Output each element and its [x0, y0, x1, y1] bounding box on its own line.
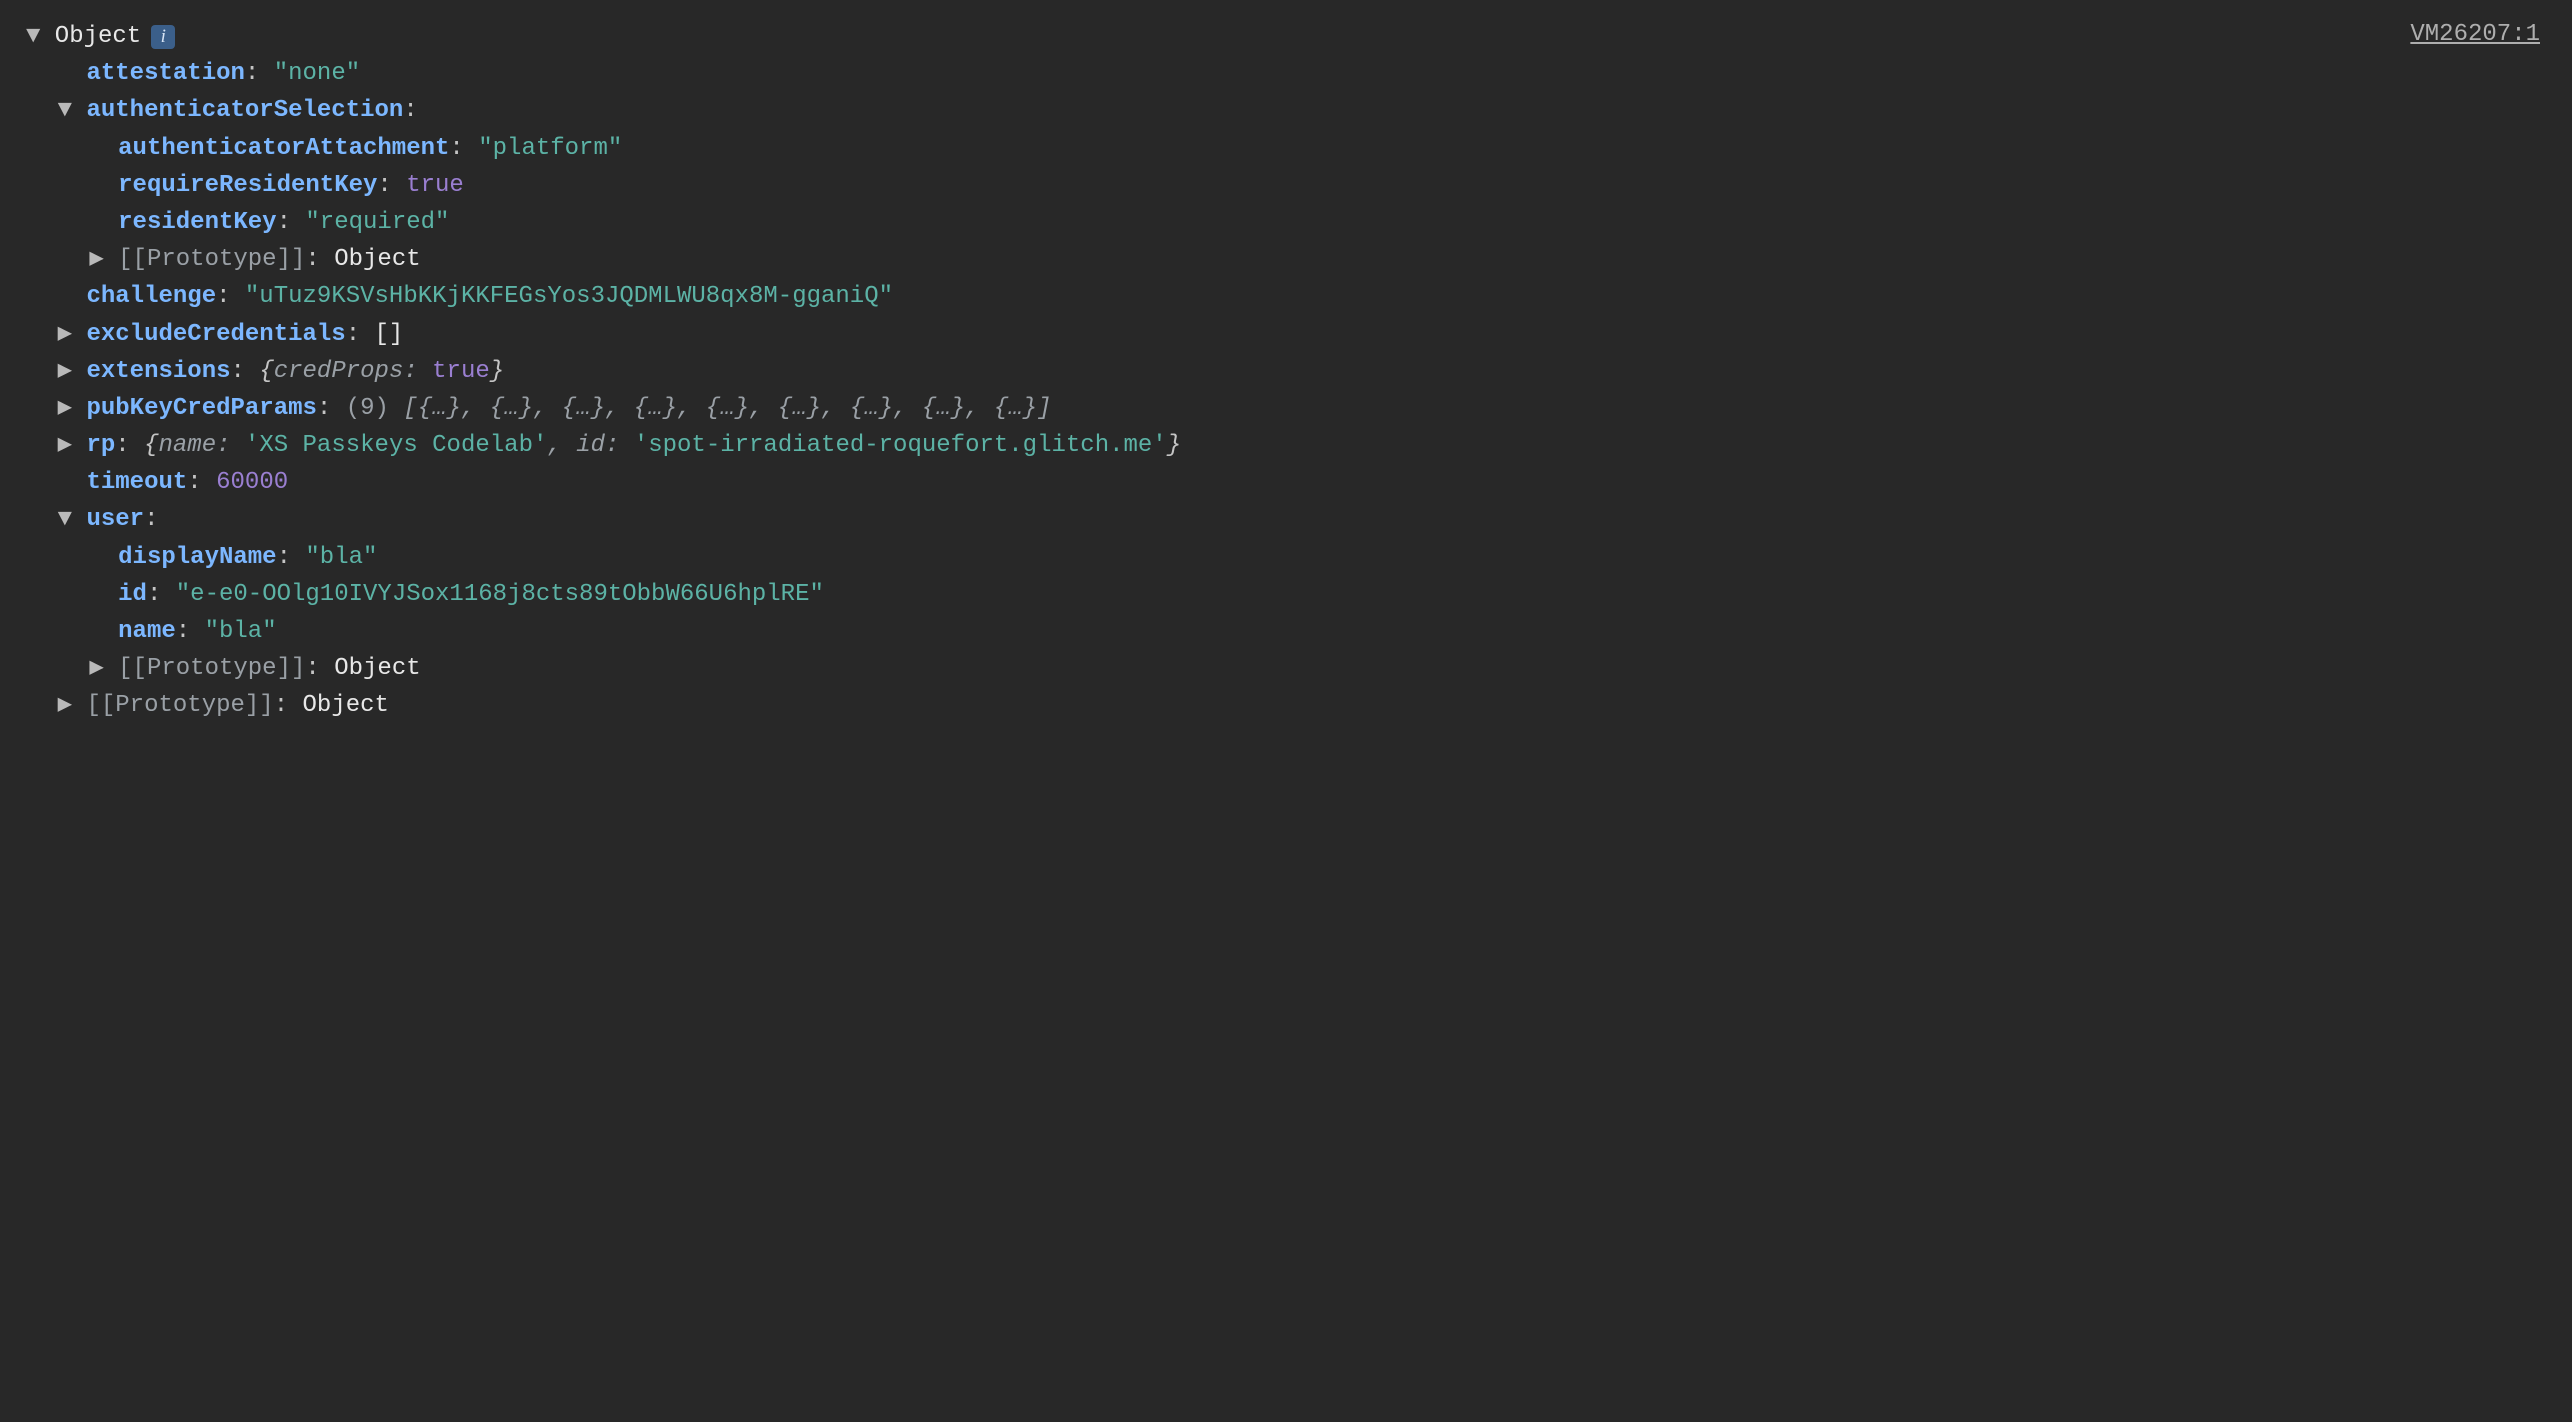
prop-value: Object	[334, 650, 420, 687]
expand-toggle-icon[interactable]: ▼	[58, 92, 87, 129]
prop-key: requireResidentKey	[118, 167, 377, 204]
expand-toggle-icon[interactable]: ▶	[58, 353, 87, 390]
prop-resident-key[interactable]: residentKey: "required"	[26, 204, 2546, 241]
spacer-icon	[89, 576, 118, 613]
prop-exclude-credentials[interactable]: ▶ excludeCredentials: []	[26, 316, 2546, 353]
prop-user-id[interactable]: id: "e-e0-OOlg10IVYJSox1168j8cts89tObbW6…	[26, 576, 2546, 613]
prop-value: "bla"	[205, 613, 277, 650]
prop-key: user	[86, 501, 144, 538]
prop-user[interactable]: ▼ user:	[26, 501, 2546, 538]
info-icon[interactable]: i	[151, 25, 175, 49]
prop-value: "e-e0-OOlg10IVYJSox1168j8cts89tObbW66U6h…	[176, 576, 824, 613]
prop-key: [[Prototype]]	[118, 241, 305, 278]
prop-key: residentKey	[118, 204, 276, 241]
prop-key: id	[118, 576, 147, 613]
prop-value: Object	[303, 687, 389, 724]
expand-toggle-icon[interactable]: ▶	[58, 390, 87, 427]
expand-toggle-icon[interactable]: ▼	[26, 18, 55, 55]
prop-value: 60000	[216, 464, 288, 501]
prop-user-displayname[interactable]: displayName: "bla"	[26, 539, 2546, 576]
spacer-icon	[58, 278, 87, 315]
prop-key: [[Prototype]]	[118, 650, 305, 687]
prop-key: authenticatorAttachment	[118, 130, 449, 167]
prop-value: "none"	[274, 55, 360, 92]
prop-key: rp	[86, 427, 115, 464]
expand-toggle-icon[interactable]: ▼	[58, 501, 87, 538]
prop-key: excludeCredentials	[86, 316, 345, 353]
prop-key: extensions	[86, 353, 230, 390]
console-output: VM26207:1 ▼ Object i attestation: "none"…	[0, 0, 2572, 743]
prop-rp[interactable]: ▶ rp: {name: 'XS Passkeys Codelab', id: …	[26, 427, 2546, 464]
prop-key: name	[118, 613, 176, 650]
expand-toggle-icon[interactable]: ▶	[58, 687, 87, 724]
prop-require-resident-key[interactable]: requireResidentKey: true	[26, 167, 2546, 204]
prop-prototype[interactable]: ▶ [[Prototype]]: Object	[26, 687, 2546, 724]
spacer-icon	[89, 539, 118, 576]
prop-key: attestation	[86, 55, 244, 92]
prop-authenticator-attachment[interactable]: authenticatorAttachment: "platform"	[26, 130, 2546, 167]
expand-toggle-icon[interactable]: ▶	[89, 241, 118, 278]
prop-value: "bla"	[305, 539, 377, 576]
prop-value: []	[375, 316, 404, 353]
prop-value: true	[406, 167, 464, 204]
source-link[interactable]: VM26207:1	[2410, 16, 2540, 53]
spacer-icon	[89, 613, 118, 650]
prop-authenticator-selection[interactable]: ▼ authenticatorSelection:	[26, 92, 2546, 129]
object-label: Object	[55, 18, 141, 55]
prop-key: [[Prototype]]	[86, 687, 273, 724]
spacer-icon	[89, 130, 118, 167]
expand-toggle-icon[interactable]: ▶	[58, 316, 87, 353]
prop-timeout[interactable]: timeout: 60000	[26, 464, 2546, 501]
spacer-icon	[58, 464, 87, 501]
spacer-icon	[58, 55, 87, 92]
prop-extensions[interactable]: ▶ extensions: {credProps: true}	[26, 353, 2546, 390]
expand-toggle-icon[interactable]: ▶	[58, 427, 87, 464]
prop-preview: [{…}, {…}, {…}, {…}, {…}, {…}, {…}, {…},…	[403, 390, 1051, 427]
prop-value: "platform"	[478, 130, 622, 167]
spacer-icon	[89, 204, 118, 241]
prop-prototype[interactable]: ▶ [[Prototype]]: Object	[26, 241, 2546, 278]
prop-key: pubKeyCredParams	[86, 390, 316, 427]
prop-key: timeout	[86, 464, 187, 501]
prop-key: challenge	[86, 278, 216, 315]
prop-preview: {credProps: true}	[259, 353, 504, 390]
array-length: (9)	[346, 390, 389, 427]
prop-user-name[interactable]: name: "bla"	[26, 613, 2546, 650]
prop-preview: {name: 'XS Passkeys Codelab', id: 'spot-…	[144, 427, 1181, 464]
prop-value: Object	[334, 241, 420, 278]
expand-toggle-icon[interactable]: ▶	[89, 650, 118, 687]
prop-pubkeycredparams[interactable]: ▶ pubKeyCredParams: (9) [{…}, {…}, {…}, …	[26, 390, 2546, 427]
prop-prototype[interactable]: ▶ [[Prototype]]: Object	[26, 650, 2546, 687]
prop-challenge[interactable]: challenge: "uTuz9KSVsHbKKjKKFEGsYos3JQDM…	[26, 278, 2546, 315]
object-root-row[interactable]: ▼ Object i	[26, 18, 2546, 55]
prop-value: "required"	[305, 204, 449, 241]
prop-key: displayName	[118, 539, 276, 576]
prop-attestation[interactable]: attestation: "none"	[26, 55, 2546, 92]
prop-value: "uTuz9KSVsHbKKjKKFEGsYos3JQDMLWU8qx8M-gg…	[245, 278, 893, 315]
prop-key: authenticatorSelection	[86, 92, 403, 129]
spacer-icon	[89, 167, 118, 204]
